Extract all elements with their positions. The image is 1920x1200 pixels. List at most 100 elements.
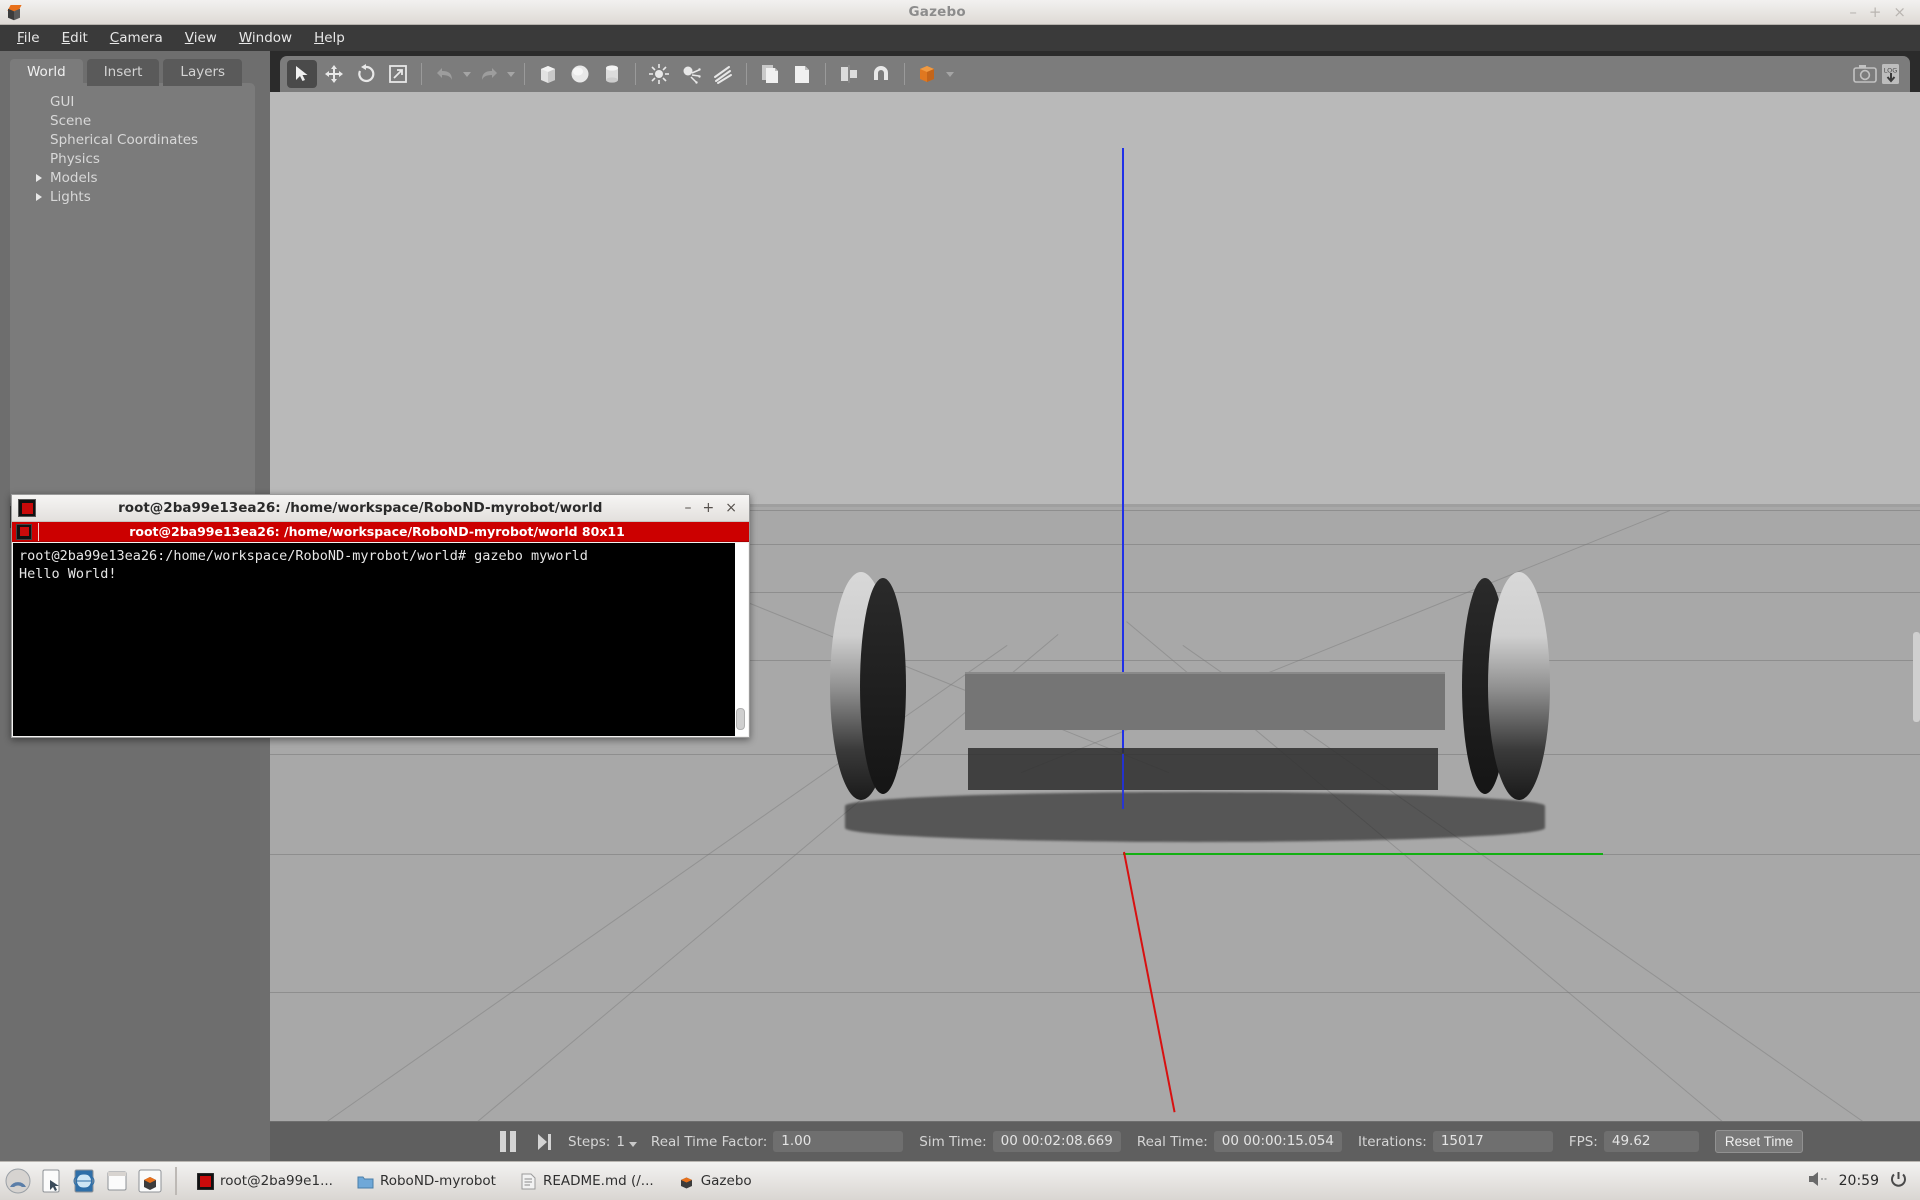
- undo-dropdown-caret-icon[interactable]: [461, 60, 473, 88]
- desktop-taskbar: root@2ba99e1... RoboND-myrobot README.md…: [0, 1161, 1920, 1200]
- tree-item-scene[interactable]: Scene: [10, 112, 255, 131]
- maximize-button[interactable]: +: [1869, 0, 1882, 25]
- insert-directional-light-button[interactable]: [708, 60, 738, 88]
- menu-edit[interactable]: Edit: [51, 27, 99, 49]
- fps-label: FPS:: [1569, 1134, 1598, 1150]
- redo-button[interactable]: [474, 60, 504, 88]
- steps-value[interactable]: 1: [616, 1134, 625, 1150]
- align-button[interactable]: [834, 60, 864, 88]
- snap-magnet-button[interactable]: [866, 60, 896, 88]
- tree-item-label: Spherical Coordinates: [50, 132, 198, 148]
- task-button-readme[interactable]: README.md (/...: [510, 1170, 664, 1193]
- select-mode-button[interactable]: [287, 60, 317, 88]
- chevron-right-icon[interactable]: [36, 174, 42, 182]
- tab-insert[interactable]: Insert: [87, 59, 160, 86]
- toolbar-separator: [635, 63, 636, 85]
- menu-window[interactable]: Window: [228, 27, 303, 49]
- tab-world[interactable]: World: [10, 59, 83, 86]
- task-button-robond-myrobot[interactable]: RoboND-myrobot: [347, 1170, 506, 1193]
- menu-file[interactable]: File: [6, 27, 51, 49]
- scale-mode-button[interactable]: [383, 60, 413, 88]
- view-dropdown-caret-icon[interactable]: [944, 60, 956, 88]
- task-button-label: RoboND-myrobot: [380, 1173, 496, 1189]
- toolbar-separator: [746, 63, 747, 85]
- minimize-button[interactable]: –: [1849, 0, 1857, 25]
- paste-button[interactable]: [787, 60, 817, 88]
- terminal-icon: [197, 1173, 214, 1190]
- redo-dropdown-caret-icon[interactable]: [505, 60, 517, 88]
- terminal-window-controls: – + ×: [685, 500, 749, 516]
- rotate-mode-button[interactable]: [351, 60, 381, 88]
- fps-value: 49.62: [1604, 1131, 1699, 1152]
- insert-box-button[interactable]: [533, 60, 563, 88]
- real-time-factor-value: 1.00: [773, 1131, 903, 1152]
- window-controls: – + ×: [1849, 0, 1920, 25]
- insert-sphere-button[interactable]: [565, 60, 595, 88]
- tree-item-gui[interactable]: GUI: [10, 93, 255, 112]
- tree-item-lights[interactable]: Lights: [10, 188, 255, 207]
- step-forward-button[interactable]: [538, 1131, 558, 1153]
- translate-mode-button[interactable]: [319, 60, 349, 88]
- axis-y: [1123, 853, 1603, 855]
- chassis-box: [965, 672, 1445, 730]
- arch-icon[interactable]: [3, 1166, 33, 1196]
- real-time-label: Real Time:: [1137, 1134, 1208, 1150]
- terminal-icon: [18, 499, 36, 517]
- pause-button[interactable]: [500, 1131, 522, 1153]
- tree-item-physics[interactable]: Physics: [10, 150, 255, 169]
- terminal-output[interactable]: root@2ba99e13ea26:/home/workspace/RoboND…: [13, 543, 748, 736]
- toolbar-separator: [524, 63, 525, 85]
- tree-item-models[interactable]: Models: [10, 169, 255, 188]
- sim-time-label: Sim Time:: [919, 1134, 986, 1150]
- menu-view[interactable]: View: [174, 27, 228, 49]
- terminal-minimize-button[interactable]: –: [685, 500, 692, 516]
- volume-icon[interactable]: [1807, 1170, 1829, 1192]
- window-icon[interactable]: [102, 1166, 132, 1196]
- reset-time-button[interactable]: Reset Time: [1715, 1130, 1803, 1153]
- terminal-maximize-button[interactable]: +: [703, 500, 715, 516]
- tree-item-label: Physics: [50, 151, 100, 167]
- close-button[interactable]: ×: [1893, 0, 1906, 25]
- sky-background: [270, 92, 1920, 507]
- log-download-icon[interactable]: LOG: [1878, 62, 1904, 86]
- task-button-terminal[interactable]: root@2ba99e1...: [187, 1170, 343, 1193]
- steps-dropdown-caret-icon[interactable]: [629, 1142, 637, 1147]
- power-icon[interactable]: [1889, 1170, 1908, 1193]
- undo-button[interactable]: [430, 60, 460, 88]
- menu-help[interactable]: Help: [303, 27, 356, 49]
- document-cursor-icon[interactable]: [36, 1166, 66, 1196]
- gazebo-cube-icon[interactable]: [135, 1166, 165, 1196]
- copy-button[interactable]: [755, 60, 785, 88]
- simulation-status-bar: Steps: 1 Real Time Factor: 1.00 Sim Time…: [270, 1121, 1920, 1161]
- model-shadow: [845, 792, 1545, 842]
- terminal-tab-bar[interactable]: root@2ba99e13ea26: /home/workspace/RoboN…: [12, 522, 749, 542]
- insert-spot-light-button[interactable]: [676, 60, 706, 88]
- tab-layers[interactable]: Layers: [163, 59, 242, 86]
- taskbar-separator: [175, 1167, 177, 1195]
- left-panel-tabs: World Insert Layers: [10, 59, 242, 86]
- sim-time-value: 00 00:02:08.669: [993, 1131, 1121, 1152]
- insert-cylinder-button[interactable]: [597, 60, 627, 88]
- window-titlebar: Gazebo – + ×: [0, 0, 1920, 25]
- viewport-scrollbar[interactable]: [1913, 632, 1920, 722]
- task-button-gazebo[interactable]: Gazebo: [668, 1170, 762, 1193]
- camera-icon[interactable]: [1852, 62, 1878, 86]
- real-time-value: 00 00:00:15.054: [1214, 1131, 1342, 1152]
- iterations-label: Iterations:: [1358, 1134, 1427, 1150]
- scene-toolbar: LOG: [270, 51, 1920, 92]
- tree-item-spherical-coordinates[interactable]: Spherical Coordinates: [10, 131, 255, 150]
- chevron-right-icon[interactable]: [36, 193, 42, 201]
- terminal-scrollbar[interactable]: [735, 543, 748, 736]
- world-tree: GUI Scene Spherical Coordinates Physics …: [10, 83, 255, 503]
- tree-item-label: GUI: [50, 94, 74, 110]
- terminal-close-button[interactable]: ×: [725, 500, 737, 516]
- task-button-label: Gazebo: [701, 1173, 752, 1189]
- terminal-scrollbar-thumb[interactable]: [736, 708, 745, 730]
- terminal-window[interactable]: root@2ba99e13ea26: /home/workspace/RoboN…: [11, 494, 750, 738]
- menu-camera[interactable]: Camera: [99, 27, 174, 49]
- insert-point-light-button[interactable]: [644, 60, 674, 88]
- globe-icon[interactable]: [69, 1166, 99, 1196]
- task-button-label: root@2ba99e1...: [220, 1173, 333, 1189]
- task-button-label: README.md (/...: [543, 1173, 654, 1189]
- view-cube-button[interactable]: [913, 60, 943, 88]
